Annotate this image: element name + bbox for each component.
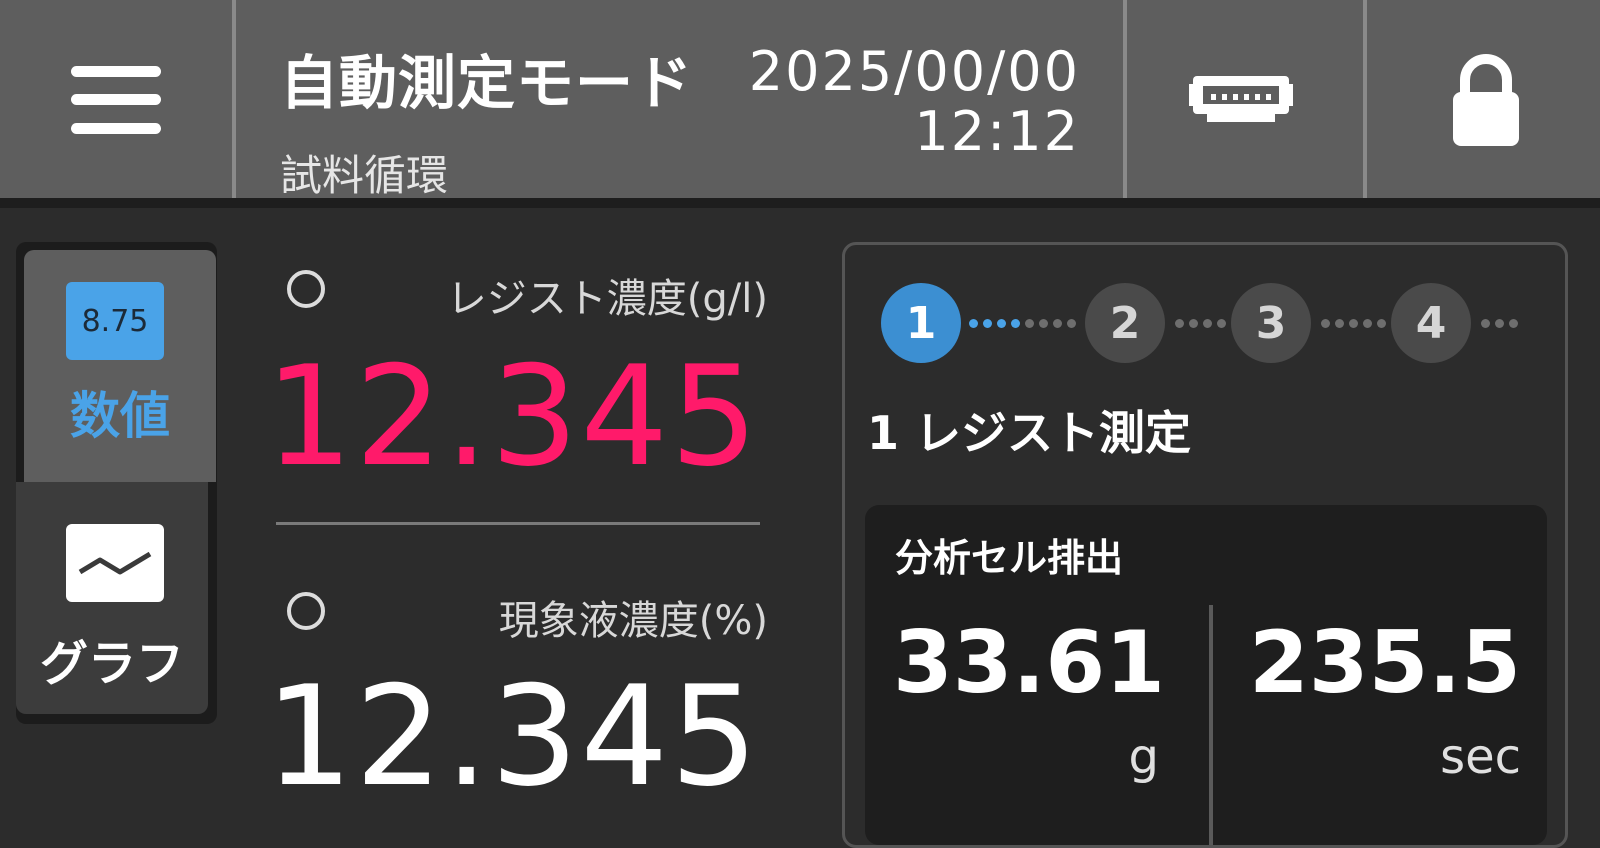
progress-dot [1025,319,1034,328]
status-indicator [287,270,325,308]
mode-title: 自動測定モード [280,49,694,117]
mode-info: 自動測定モード 試料循環 2025/00/00 12:12 [280,30,1080,200]
step-detail-card: 分析セル排出 33.61 g 235.5 sec [865,505,1547,845]
header-bottom-border [0,198,1600,208]
header-divider [232,0,236,200]
progress-dot [1189,319,1198,328]
progress-dot [1011,319,1020,328]
lock-icon [1453,54,1519,146]
step-4[interactable]: 4 [1391,283,1471,363]
reading-divider [1209,605,1213,845]
status-indicator [287,592,325,630]
developer-concentration-label: 現象液濃度(%) [498,598,768,644]
resist-concentration-value: 12.345 [265,336,760,497]
header-bar: 自動測定モード 試料循環 2025/00/00 12:12 [0,0,1600,200]
progress-dot [1481,319,1490,328]
graph-icon [66,524,164,602]
progress-dot [1217,319,1226,328]
menu-button[interactable] [0,0,232,200]
step-1[interactable]: 1 [881,283,961,363]
time-value: 235.5 [1248,613,1521,713]
progress-dot [1495,319,1504,328]
connection-icon [1189,76,1293,122]
progress-dot [997,319,1006,328]
progress-dot [1203,319,1212,328]
menu-icon-bar [71,94,161,105]
step-3[interactable]: 3 [1231,283,1311,363]
progress-dot [1363,319,1372,328]
progress-dot [1349,319,1358,328]
weight-value: 33.61 [892,613,1165,713]
menu-icon-bar [71,123,161,134]
step-2[interactable]: 2 [1085,283,1165,363]
tab-numeric[interactable]: 8.75 数値 [24,250,216,482]
progress-dot [983,319,992,328]
progress-dot [1039,319,1048,328]
resist-concentration-label: レジスト濃度(g/l) [446,276,768,322]
time-display: 12:12 [914,100,1080,163]
weight-unit: g [1128,729,1159,785]
progress-dot [1509,319,1518,328]
progress-dot [1175,319,1184,328]
progress-dot [1053,319,1062,328]
step-detail-title: 分析セル排出 [895,536,1124,580]
current-step-title: 1 レジスト測定 [867,406,1192,460]
progress-dot [1335,319,1344,328]
developer-concentration-value: 12.345 [265,656,760,817]
progress-dot [1377,319,1386,328]
time-unit: sec [1440,729,1521,785]
measurement-divider [276,522,760,525]
step-panel: 1 2 3 4 1 レジスト測定 分析セル排出 33.61 g 235.5 se… [842,242,1568,848]
tab-graph[interactable]: グラフ [16,482,208,714]
progress-dot [1067,319,1076,328]
connection-button[interactable] [1129,0,1363,200]
header-divider [1123,0,1127,200]
menu-icon-bar [71,66,161,77]
tab-graph-label: グラフ [39,636,184,692]
numeric-icon: 8.75 [66,282,164,360]
mode-subtitle: 試料循環 [280,151,449,200]
progress-dot [1321,319,1330,328]
progress-dot [969,319,978,328]
date-display: 2025/00/00 [748,40,1080,103]
lock-button[interactable] [1367,0,1600,200]
tab-numeric-label: 数値 [70,387,170,445]
